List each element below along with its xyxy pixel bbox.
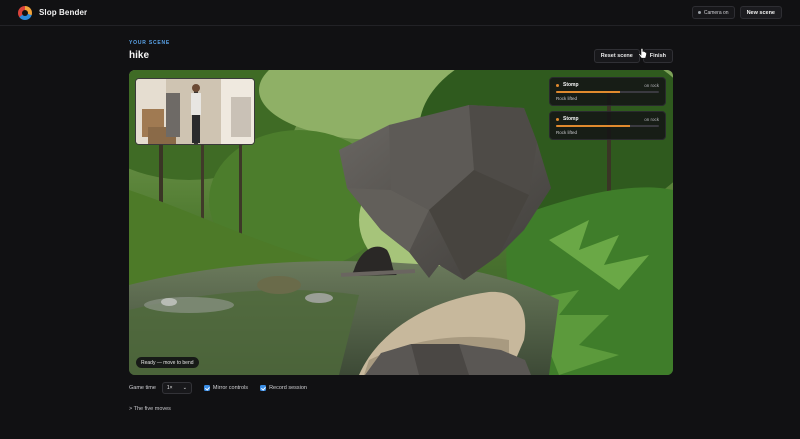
move-name: Stomp <box>563 116 579 122</box>
webcam-feed <box>136 79 254 144</box>
brand[interactable]: Slop Bender <box>18 5 88 20</box>
move-progress-bar <box>556 91 659 93</box>
mirror-controls-label: Mirror controls <box>212 385 249 391</box>
five-moves-toggle[interactable]: > The five moves <box>129 406 171 412</box>
pointer-cursor-icon <box>638 48 647 59</box>
checkbox-icon[interactable] <box>260 385 267 391</box>
move-dot-icon <box>556 83 559 87</box>
webcam-preview <box>135 78 255 145</box>
move-progress-fill <box>556 91 620 93</box>
top-bar: Slop Bender Camera on New scene <box>0 0 800 26</box>
move-progress-fill <box>556 125 631 127</box>
record-session-checkbox[interactable]: Record session <box>260 385 307 391</box>
new-scene-button[interactable]: New scene <box>739 6 782 19</box>
scene-eyebrow: YOUR SCENE <box>129 40 171 46</box>
move-dot-icon <box>556 117 559 121</box>
scene-stage[interactable]: Stomp on rock Rock lifted Stomp on rock … <box>129 70 673 375</box>
app-logo-icon <box>18 5 32 20</box>
app-name: Slop Bender <box>39 8 88 17</box>
status-badge: Ready — move to bend <box>136 357 199 368</box>
move-hud-card: Stomp on rock Rock lifted <box>549 111 666 140</box>
camera-status-label: Camera on <box>703 9 729 16</box>
game-time-label: Game time <box>129 385 156 391</box>
page-title: hike <box>129 50 150 61</box>
move-state: on rock <box>644 82 659 88</box>
move-hud-card: Stomp on rock Rock lifted <box>549 77 666 106</box>
game-speed-select[interactable]: 1× ⌄ <box>161 382 192 394</box>
camera-status-chip[interactable]: Camera on <box>691 6 735 19</box>
game-speed-value: 1× <box>166 385 173 391</box>
move-note: Rock lifted <box>556 96 578 101</box>
move-note: Rock lifted <box>556 130 578 135</box>
checkbox-icon[interactable] <box>203 385 210 391</box>
reset-scene-button[interactable]: Reset scene <box>593 49 640 63</box>
mirror-controls-checkbox[interactable]: Mirror controls <box>203 385 249 391</box>
move-progress-bar <box>556 125 659 127</box>
camera-dot-icon <box>697 11 701 14</box>
move-state: on rock <box>644 116 659 122</box>
move-name: Stomp <box>563 82 579 88</box>
chevron-down-icon: ⌄ <box>182 385 187 391</box>
record-session-label: Record session <box>269 385 307 391</box>
controls-row: Game time 1× ⌄ Mirror controls Record se… <box>129 382 307 394</box>
